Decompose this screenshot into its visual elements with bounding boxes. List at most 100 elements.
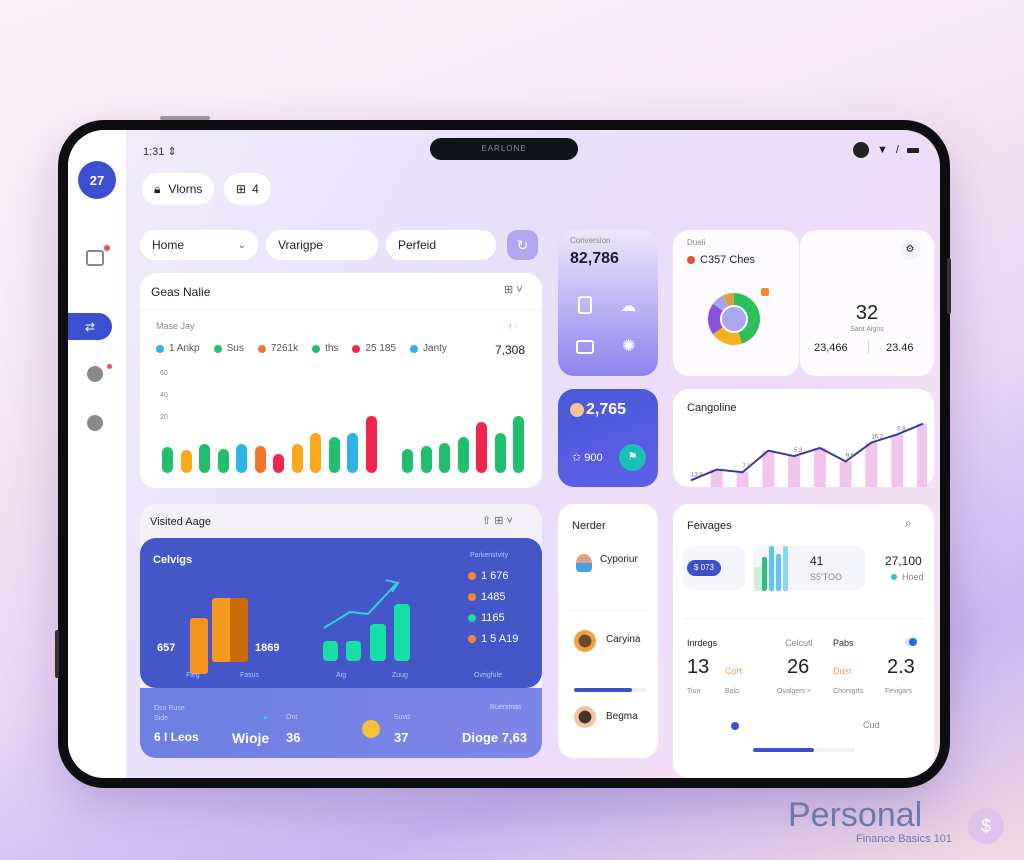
chart-icon[interactable] (576, 340, 594, 354)
point-label: 5.8 (794, 448, 803, 454)
volume-button (947, 258, 951, 314)
bar (776, 554, 781, 591)
legend: 1 Ankp Sus 7261k ths 25 185 Janty (156, 343, 461, 354)
tab-vlorns[interactable]: 🔒︎ Vlorns (142, 173, 215, 205)
amount-badge[interactable]: $ 073 (687, 560, 721, 576)
bar (217, 448, 229, 473)
settings-icon[interactable]: ✺ (622, 336, 635, 356)
fees-amount: 27,100 (885, 554, 922, 568)
avatar (574, 706, 596, 728)
conversion-card: Conversion 82,786 ☁ ✺ (558, 230, 658, 376)
sidebar: 27 ⇄ (68, 130, 126, 778)
stat-value: 32 (855, 302, 879, 324)
balance-value: 2,765 (586, 401, 627, 418)
bar (254, 445, 266, 473)
sidebar-item-pin[interactable] (87, 415, 103, 431)
member-name[interactable]: Cyporiur (600, 554, 638, 565)
screen: 27 ⇄ 1:31 ⇕ EARLONE ▼ / 🔒︎ Vlorns ⊞ 4 Home… (68, 130, 940, 778)
bar (494, 433, 506, 473)
donut-center (722, 307, 746, 331)
up-icon: ▲ (262, 714, 269, 721)
badge-icon (362, 720, 380, 738)
page-dot[interactable] (731, 722, 739, 730)
column (839, 461, 852, 487)
member-name[interactable]: Begma (606, 711, 638, 722)
gross-total: 7,308 (495, 343, 526, 357)
column (813, 447, 826, 487)
visited-footer: Dsn Ruse Side 6 I Leos Wioje ▲ Ont 36 Suv… (140, 688, 542, 758)
avatar (576, 554, 592, 572)
line-chart: 13.8 7.0 5.8 9.6 16.2 5.8 (690, 422, 927, 487)
stat-item: 1485 (468, 591, 518, 603)
avatar (574, 630, 596, 652)
sidebar-item-chat[interactable] (87, 364, 112, 382)
avatar[interactable]: 27 (78, 161, 116, 199)
dollar-icon: $ (968, 808, 1004, 844)
bar (402, 448, 413, 473)
bar (365, 415, 377, 473)
legend-item: Janty (410, 343, 447, 354)
bar (754, 567, 762, 591)
donut-chart (708, 293, 760, 345)
bar (457, 437, 469, 473)
column (762, 450, 775, 487)
search-icon[interactable]: ⌕ (905, 516, 912, 531)
legend-item: 25 185 (352, 343, 396, 354)
bar (762, 557, 767, 591)
cloud-icon[interactable]: ☁ (620, 296, 636, 316)
range-input[interactable]: Vrarigpe (266, 230, 378, 260)
expand-icon[interactable]: ⊞ ˅ (504, 283, 523, 296)
sync-icon: ⇄ (84, 319, 96, 334)
bar (310, 433, 321, 473)
settings-icon[interactable]: ⚙ (900, 240, 920, 260)
watermark-title: Personal (788, 796, 923, 834)
point-label: 9.6 (846, 453, 855, 459)
bar (513, 415, 524, 473)
period-input[interactable]: Perfeid (386, 230, 496, 260)
status-icons: ▼ / (853, 142, 919, 158)
refresh-button[interactable]: ↻ (507, 230, 538, 260)
fees-card: Feivages ⌕ $ 073 41 S5'TOO 27,100 Hoed I… (673, 504, 934, 778)
bar (180, 450, 192, 473)
toggle-switch[interactable] (905, 638, 917, 646)
home-dropdown[interactable]: Home ⌄ (140, 230, 258, 260)
bar (273, 454, 284, 473)
legend-item: Sus (213, 343, 244, 354)
legend-item: 7261k (257, 343, 298, 354)
signal-icon: / (895, 144, 899, 156)
record-icon (853, 142, 869, 158)
battery-icon (906, 147, 919, 153)
sidebar-item-sync[interactable]: ⇄ (68, 313, 112, 340)
card-title: Nerder (572, 520, 606, 532)
bar (420, 445, 432, 473)
progress-bar (574, 688, 646, 692)
member-name[interactable]: Caryina (606, 634, 640, 645)
phone-icon[interactable] (578, 296, 592, 314)
legend-item: ths (312, 343, 338, 354)
trend-icon: ↑ · (508, 321, 518, 331)
metric-value: 26 (787, 656, 810, 678)
card-actions[interactable]: ⇧ ⊞ ˅ (482, 514, 513, 527)
card-title: Geas Nalie (151, 285, 211, 299)
bar (328, 437, 340, 473)
column (865, 442, 878, 487)
sidebar-item-gallery[interactable] (86, 245, 110, 266)
wifi-icon: ▼ (877, 144, 888, 156)
flag-icon (761, 288, 769, 296)
stat-item: 1 5 A19 (468, 633, 518, 645)
left-value: 657 (157, 642, 176, 654)
column (917, 423, 927, 487)
avatar-text: 27 (89, 172, 105, 188)
column (788, 456, 801, 487)
bar (347, 433, 358, 473)
point-label: 7.0 (743, 464, 752, 470)
flag-button[interactable]: ⚑ (619, 444, 646, 471)
status-time: 1:31 ⇕ (143, 146, 177, 158)
point-label: 16.2 (871, 435, 883, 441)
tab-grid[interactable]: ⊞ 4 (224, 173, 271, 205)
location-icon: ⇕ (167, 146, 177, 158)
stat-left: 23,466 (814, 342, 848, 354)
visited-card: Visited Aage ⇧ ⊞ ˅ Celvigs Parkenstvity … (140, 504, 542, 758)
card-subtitle: Mase Jay (156, 321, 195, 331)
point-label: 13.8 (691, 472, 703, 478)
